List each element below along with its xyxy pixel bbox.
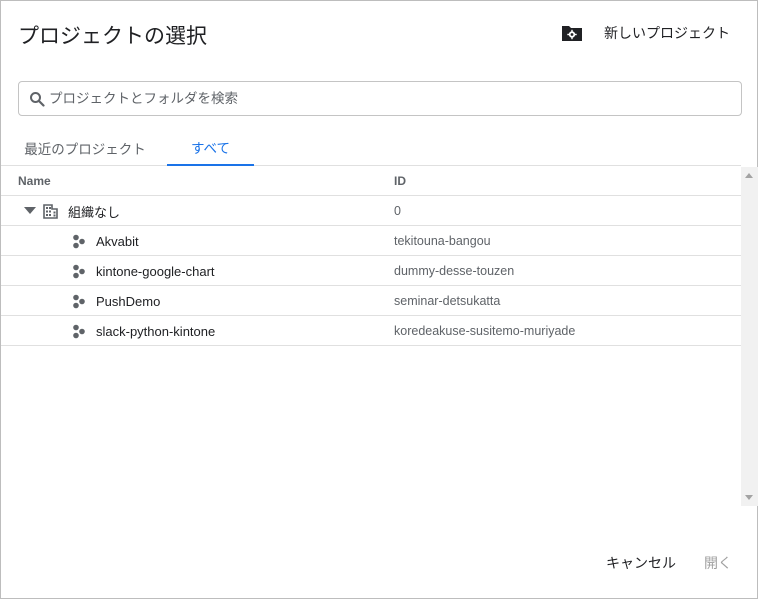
table-row[interactable]: kintone-google-chart dummy-desse-touzen bbox=[1, 256, 741, 286]
project-id: tekitouna-bangou bbox=[394, 234, 491, 248]
table-row[interactable]: slack-python-kintone koredeakuse-susitem… bbox=[1, 316, 741, 346]
table-header: Name ID bbox=[1, 166, 741, 196]
project-hexagon-icon bbox=[73, 264, 85, 279]
new-project-button[interactable]: 新しいプロジェクト bbox=[561, 21, 730, 45]
search-input[interactable] bbox=[49, 84, 741, 113]
scroll-up-arrow-icon[interactable] bbox=[745, 173, 753, 178]
project-select-dialog: プロジェクトの選択 新しいプロジェクト 最近のプロジェクト すべて Name I… bbox=[0, 0, 758, 599]
search-field[interactable] bbox=[18, 81, 742, 116]
tab-recent-projects[interactable]: 最近のプロジェクト bbox=[17, 130, 153, 166]
project-hexagon-icon bbox=[73, 234, 85, 249]
dialog-title: プロジェクトの選択 bbox=[18, 24, 207, 48]
project-name: kintone-google-chart bbox=[96, 263, 215, 279]
building-icon bbox=[43, 204, 58, 219]
org-id: 0 bbox=[394, 204, 401, 218]
tab-all[interactable]: すべて bbox=[167, 130, 254, 166]
caret-down-icon[interactable] bbox=[24, 207, 36, 215]
vertical-scrollbar[interactable] bbox=[741, 167, 758, 506]
org-row[interactable]: 組織なし 0 bbox=[1, 196, 741, 226]
project-name: slack-python-kintone bbox=[96, 323, 216, 339]
project-name: Akvabit bbox=[96, 233, 139, 249]
project-id: koredeakuse-susitemo-muriyade bbox=[394, 324, 576, 338]
project-hexagon-icon bbox=[73, 294, 85, 309]
table-row[interactable]: Akvabit tekitouna-bangou bbox=[1, 226, 741, 256]
column-header-name: Name bbox=[18, 173, 51, 188]
scroll-down-arrow-icon[interactable] bbox=[745, 495, 753, 500]
org-name: 組織なし bbox=[68, 205, 121, 221]
project-id: seminar-detsukatta bbox=[394, 294, 501, 308]
new-project-label: 新しいプロジェクト bbox=[604, 26, 730, 42]
search-icon bbox=[30, 91, 45, 107]
table-row[interactable]: PushDemo seminar-detsukatta bbox=[1, 286, 741, 316]
column-header-id: ID bbox=[394, 173, 406, 188]
open-button[interactable]: 開く bbox=[704, 550, 732, 576]
folder-gear-icon bbox=[562, 26, 582, 41]
cancel-button[interactable]: キャンセル bbox=[606, 550, 676, 576]
project-name: PushDemo bbox=[96, 293, 161, 309]
project-hexagon-icon bbox=[73, 324, 85, 339]
project-table: Name ID 組織なし 0 Akvabit tekitouna-bangou … bbox=[1, 166, 741, 346]
tab-bar: 最近のプロジェクト すべて bbox=[1, 130, 741, 166]
project-id: dummy-desse-touzen bbox=[394, 264, 515, 278]
